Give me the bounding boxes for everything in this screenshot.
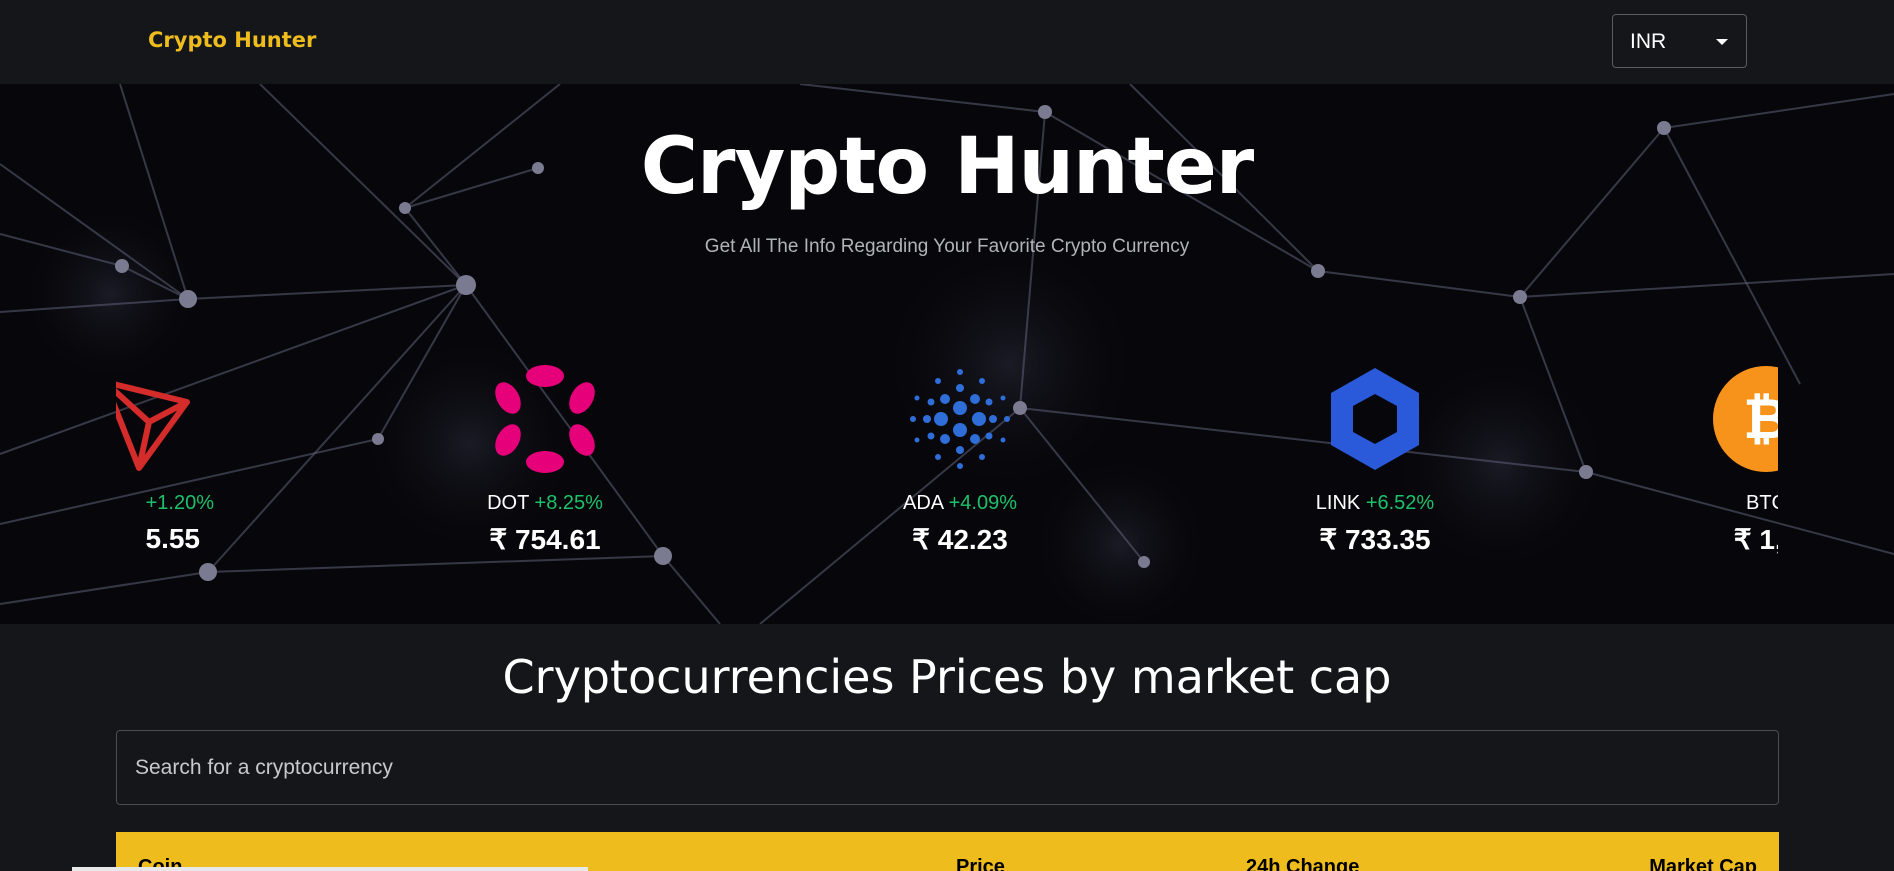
coin-symbol: LINK: [1315, 492, 1361, 514]
coin-price: ₹ 754.61: [489, 524, 601, 555]
chevron-down-icon: [1716, 39, 1728, 45]
svg-text:₿: ₿: [1743, 387, 1778, 452]
carousel-coin-ada[interactable]: ADA +4.09% ₹ 42.23: [850, 364, 1070, 556]
search-input[interactable]: [116, 730, 1779, 805]
column-header-24h-change[interactable]: 24h Change: [1246, 856, 1359, 871]
trx-logo-icon: [116, 381, 190, 471]
hero-subtitle: Get All The Info Regarding Your Favorite…: [704, 236, 1190, 257]
coin-change: +4.09%: [948, 492, 1017, 514]
column-header-price[interactable]: Price: [956, 856, 1005, 871]
carousel-coin-dot[interactable]: DOT +8.25% ₹ 754.61: [435, 364, 655, 556]
coin-price: ₹ 42.23: [912, 524, 1008, 555]
currency-value: INR: [1630, 30, 1667, 53]
coin-table-header: Coin Price 24h Change Market Cap: [116, 832, 1779, 871]
coin-symbol-change: +1.20%: [116, 492, 256, 515]
coin-change: +1.20%: [145, 492, 214, 514]
market-section-title: Cryptocurrencies Prices by market cap: [502, 650, 1392, 704]
coin-symbol-change: LINK +6.52%: [1265, 492, 1485, 515]
carousel-coin-trx[interactable]: +1.20% 5.55: [116, 364, 256, 555]
coin-price: ₹ 733.35: [1319, 524, 1431, 555]
hero-title: Crypto Hunter: [640, 122, 1254, 212]
app-header: Crypto Hunter INR: [0, 0, 1894, 84]
carousel-coin-btc[interactable]: ₿ BTC ₹ 1,8: [1656, 364, 1778, 556]
brand-title[interactable]: Crypto Hunter: [148, 28, 316, 52]
coin-symbol-change: DOT +8.25%: [435, 492, 655, 515]
btc-logo-icon: ₿: [1713, 366, 1778, 472]
coin-symbol-change: ADA +4.09%: [850, 492, 1070, 515]
hero-banner: Crypto Hunter Get All The Info Regarding…: [0, 84, 1894, 624]
column-header-market-cap[interactable]: Market Cap: [1649, 856, 1757, 871]
currency-select[interactable]: INR: [1612, 14, 1747, 68]
dot-logo-icon: [495, 365, 595, 473]
coin-symbol: DOT: [487, 492, 529, 514]
carousel-coin-link[interactable]: LINK +6.52% ₹ 733.35: [1265, 364, 1485, 556]
coin-symbol: ADA: [903, 492, 944, 514]
coin-symbol: BTC: [1746, 492, 1778, 514]
coin-symbol-change: BTC: [1656, 492, 1778, 515]
coin-change: +8.25%: [534, 492, 603, 514]
ada-logo-icon: [910, 369, 1010, 469]
horizontal-scrollbar[interactable]: [72, 867, 588, 871]
link-logo-icon: [1331, 368, 1419, 470]
coin-price: 5.55: [145, 523, 201, 554]
trending-carousel: +1.20% 5.55 DOT +8.25% ₹ 754.61 ADA +4.0…: [116, 364, 1778, 564]
coin-change: +6.52%: [1365, 492, 1435, 514]
coin-price: ₹ 1,8: [1733, 524, 1778, 555]
